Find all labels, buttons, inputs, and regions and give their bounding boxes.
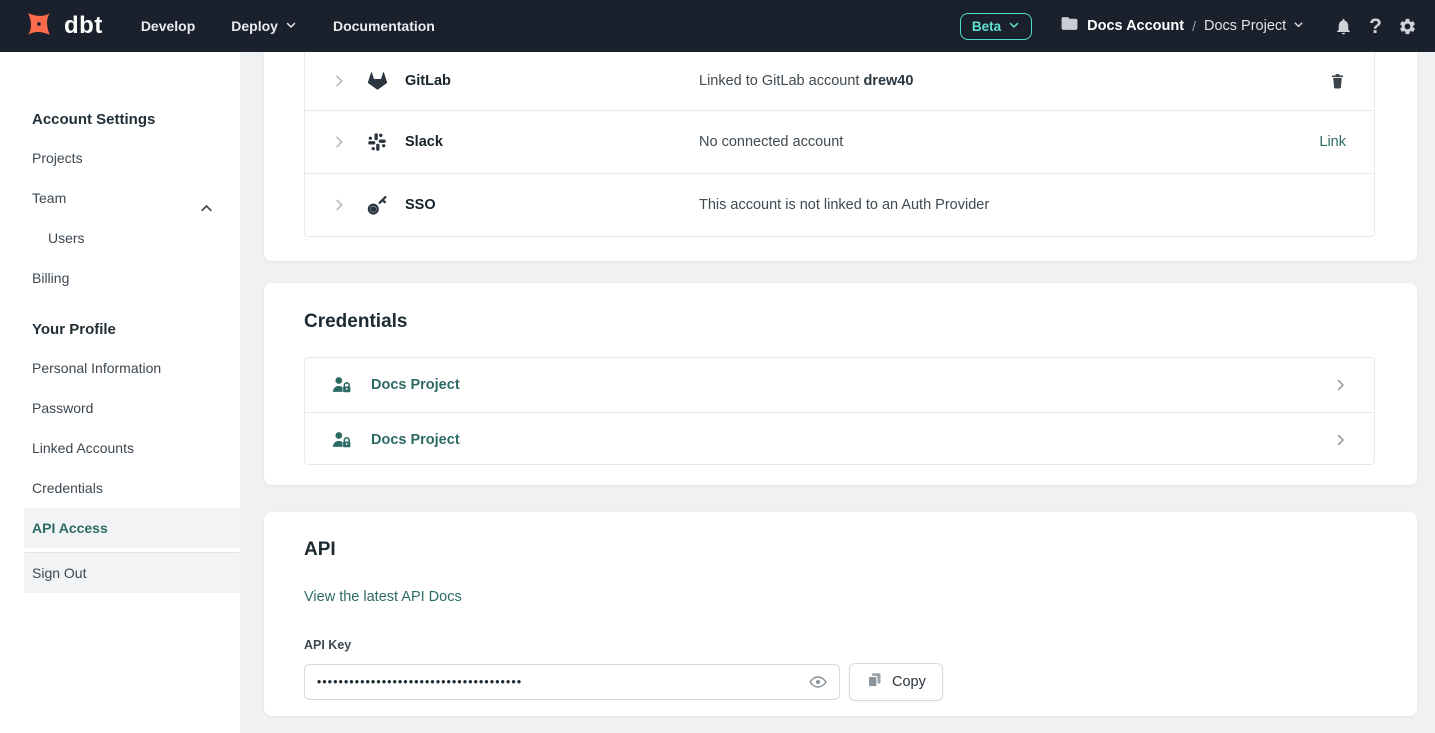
- top-navbar: dbt Develop Deploy Documentation Beta Do…: [0, 0, 1435, 52]
- copy-button[interactable]: Copy: [849, 663, 943, 701]
- user-lock-icon: [331, 375, 353, 395]
- api-key-label: API Key: [304, 638, 1375, 652]
- api-card: API View the latest API Docs API Key •••…: [264, 512, 1417, 716]
- sidebar-item-users[interactable]: Users: [0, 218, 240, 258]
- chevron-down-icon: [285, 18, 297, 34]
- linked-accounts-list: GitLab Linked to GitLab account drew40: [304, 52, 1375, 237]
- copy-button-label: Copy: [892, 674, 926, 690]
- nav-deploy-label: Deploy: [231, 18, 278, 34]
- settings-sidebar: Account Settings Projects Team Users Bil…: [0, 52, 240, 733]
- chevron-right-icon[interactable]: [331, 134, 347, 150]
- credentials-title: Credentials: [304, 311, 1375, 333]
- sidebar-item-team[interactable]: Team: [0, 178, 240, 218]
- sidebar-item-projects[interactable]: Projects: [0, 138, 240, 178]
- bell-icon[interactable]: [1334, 17, 1353, 36]
- sidebar-item-personal-information[interactable]: Personal Information: [0, 348, 240, 388]
- credential-project-label: Docs Project: [371, 432, 460, 448]
- breadcrumb-separator: /: [1192, 18, 1196, 34]
- api-docs-link[interactable]: View the latest API Docs: [304, 589, 462, 605]
- breadcrumb-project-dropdown[interactable]: Docs Project: [1204, 18, 1304, 34]
- chevron-right-icon: [1333, 378, 1348, 393]
- linked-account-status: No connected account: [699, 134, 843, 150]
- breadcrumb-account[interactable]: Docs Account: [1087, 18, 1184, 34]
- api-key-input[interactable]: ••••••••••••••••••••••••••••••••••••••: [304, 664, 840, 700]
- linked-account-row-slack: Slack No connected account Link: [305, 110, 1374, 173]
- credential-row[interactable]: Docs Project: [305, 358, 1374, 412]
- sidebar-item-linked-accounts[interactable]: Linked Accounts: [0, 428, 240, 468]
- gitlab-icon: [367, 71, 388, 92]
- linked-account-status: Linked to GitLab account drew40: [699, 73, 913, 89]
- user-lock-icon: [331, 430, 353, 450]
- sidebar-item-password[interactable]: Password: [0, 388, 240, 428]
- help-icon[interactable]: ?: [1369, 16, 1382, 37]
- api-title: API: [304, 539, 1375, 561]
- linked-account-name: Slack: [405, 134, 443, 150]
- sidebar-item-sign-out[interactable]: Sign Out: [24, 552, 240, 593]
- nav-deploy[interactable]: Deploy: [231, 18, 297, 34]
- chevron-down-icon: [1008, 19, 1020, 34]
- key-icon: [367, 195, 388, 216]
- copy-icon: [866, 671, 883, 694]
- linked-accounts-card: GitLab Linked to GitLab account drew40: [264, 52, 1417, 261]
- linked-account-row-sso: SSO This account is not linked to an Aut…: [305, 173, 1374, 236]
- linked-account-status: This account is not linked to an Auth Pr…: [699, 197, 989, 213]
- dbt-logo-icon: [22, 7, 56, 46]
- nav-links: Develop Deploy Documentation: [141, 18, 435, 34]
- nav-documentation[interactable]: Documentation: [333, 18, 435, 34]
- chevron-right-icon[interactable]: [331, 197, 347, 213]
- status-account-name: drew40: [863, 73, 913, 89]
- breadcrumb: Docs Account / Docs Project: [1060, 14, 1304, 38]
- status-text: Linked to GitLab account: [699, 73, 863, 89]
- credentials-card: Credentials Docs Project: [264, 283, 1417, 485]
- gear-icon[interactable]: [1398, 17, 1417, 36]
- credential-project-label: Docs Project: [371, 377, 460, 393]
- sidebar-item-credentials[interactable]: Credentials: [0, 468, 240, 508]
- sidebar-item-team-label: Team: [32, 190, 66, 206]
- breadcrumb-project-label: Docs Project: [1204, 18, 1286, 34]
- dbt-logo[interactable]: dbt: [18, 7, 103, 46]
- folder-icon: [1060, 14, 1079, 38]
- trash-icon[interactable]: [1329, 72, 1346, 91]
- slack-icon: [367, 132, 387, 152]
- sidebar-heading-your-profile: Your Profile: [0, 320, 240, 340]
- chevron-right-icon[interactable]: [331, 73, 347, 89]
- sidebar-item-billing[interactable]: Billing: [0, 258, 240, 298]
- nav-develop[interactable]: Develop: [141, 18, 195, 34]
- beta-label: Beta: [972, 19, 1001, 34]
- sidebar-item-api-access[interactable]: API Access: [24, 508, 240, 548]
- linked-account-name: GitLab: [405, 73, 451, 89]
- credentials-list: Docs Project Docs Project: [304, 357, 1375, 465]
- credential-row[interactable]: Docs Project: [305, 412, 1374, 466]
- eye-icon[interactable]: [808, 672, 828, 692]
- link-action[interactable]: Link: [1319, 134, 1346, 150]
- main-content: GitLab Linked to GitLab account drew40: [240, 52, 1435, 733]
- dbt-logo-text: dbt: [64, 12, 103, 40]
- sidebar-heading-account-settings: Account Settings: [0, 110, 240, 130]
- api-key-masked-value: ••••••••••••••••••••••••••••••••••••••: [317, 674, 522, 688]
- linked-account-name: SSO: [405, 197, 436, 213]
- linked-account-row-gitlab: GitLab Linked to GitLab account drew40: [305, 52, 1374, 110]
- chevron-right-icon: [1333, 432, 1348, 447]
- beta-dropdown[interactable]: Beta: [960, 13, 1032, 40]
- chevron-down-icon: [1293, 18, 1304, 34]
